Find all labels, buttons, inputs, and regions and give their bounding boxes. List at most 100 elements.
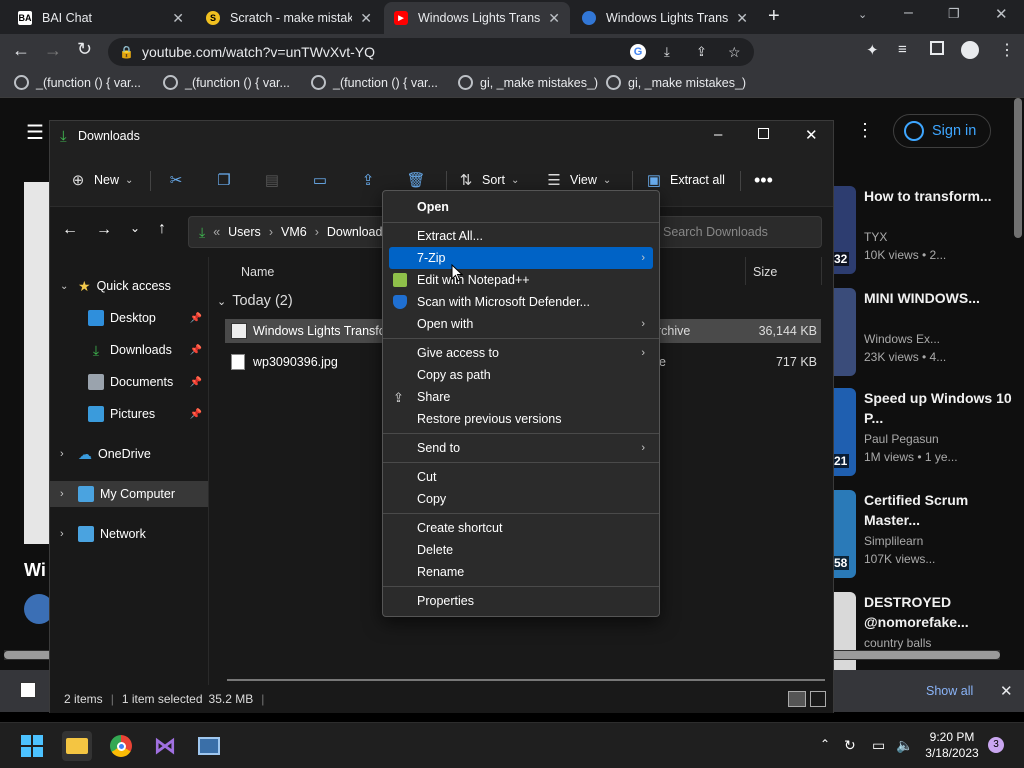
menu-item-share[interactable]: ⇪ Share [389, 386, 653, 408]
menu-item-open[interactable]: Open [389, 196, 653, 218]
breadcrumb[interactable]: ⤓ « Users › VM6 › Downloads [188, 216, 400, 248]
minimize-icon[interactable]: – [714, 126, 722, 143]
search-input[interactable]: Search Downloads [654, 216, 822, 248]
menu-item-open-with[interactable]: Open with › [389, 313, 653, 335]
show-all-button[interactable]: Show all [926, 684, 973, 698]
back-arrow-icon[interactable]: ← [12, 40, 30, 61]
hamburger-menu-icon[interactable]: ☰ [26, 120, 44, 145]
pin-icon[interactable]: 📌 [190, 345, 202, 356]
notification-badge[interactable]: 3 [988, 737, 1004, 753]
cut-button[interactable]: ✂ [166, 167, 186, 193]
video-player[interactable] [24, 182, 50, 544]
sidebar-item-desktop[interactable]: Desktop 📌 [50, 305, 208, 331]
maximize-icon[interactable] [758, 128, 769, 139]
bookmark-star-icon[interactable]: ☆ [728, 38, 741, 66]
recommendation-item[interactable]: MINI WINDOWS... Windows Ex... 23K views … [832, 288, 1022, 376]
sidebar-item-my-computer[interactable]: › My Computer [50, 481, 208, 507]
recommendation-item[interactable]: 32 How to transform... TYX 10K views • 2… [832, 186, 1022, 274]
browser-tab[interactable]: Windows Lights Transfo ✕ [572, 2, 758, 34]
chrome-taskbar-button[interactable] [106, 731, 136, 761]
volume-icon[interactable]: 🔈 [896, 737, 913, 754]
copy-button[interactable]: ❐ [214, 167, 234, 193]
menu-item-send-to[interactable]: Send to › [389, 437, 653, 459]
sidebar-item-quick-access[interactable]: ⌄ ★ Quick access [50, 273, 208, 299]
rename-button[interactable]: ▭ [310, 167, 330, 193]
recommendation-item[interactable]: 58 Certified Scrum Master... Simplilearn… [832, 490, 1022, 578]
tab-search-chevron-icon[interactable]: ⌄ [858, 8, 867, 21]
horizontal-scrollbar[interactable] [227, 679, 825, 681]
breadcrumb-vm6[interactable]: VM6 [281, 225, 307, 239]
tiles-view-icon[interactable] [810, 691, 826, 707]
display-icon[interactable]: ▭ [872, 737, 885, 754]
close-icon[interactable]: ✕ [548, 10, 560, 27]
recommendation-item[interactable]: 21 Speed up Windows 10 P... Paul Pegasun… [832, 388, 1022, 476]
bookmark-item[interactable]: gi, _make mistakes_) [458, 75, 598, 90]
breadcrumb-users[interactable]: Users [228, 225, 261, 239]
file-explorer-taskbar-button[interactable] [62, 731, 92, 761]
share-icon[interactable]: ⇪ [696, 38, 707, 66]
install-icon[interactable]: ⤓ [664, 38, 670, 66]
menu-item-delete[interactable]: Delete [389, 539, 653, 561]
menu-item-cut[interactable]: Cut [389, 466, 653, 488]
bookmark-item[interactable]: gi, _make mistakes_) [606, 75, 746, 90]
chevron-up-icon[interactable]: ⌃ [820, 737, 830, 751]
column-header-size[interactable]: Size [753, 265, 777, 279]
archive-file-icon[interactable] [20, 682, 36, 698]
browser-tab[interactable]: BA BAI Chat ✕ [8, 2, 194, 34]
close-window-icon[interactable]: ✕ [805, 126, 818, 144]
menu-item-create-shortcut[interactable]: Create shortcut [389, 517, 653, 539]
recent-locations-chevron-icon[interactable]: ⌄ [130, 221, 140, 235]
menu-item-restore-versions[interactable]: Restore previous versions [389, 408, 653, 430]
forward-arrow-icon[interactable]: → [44, 40, 62, 61]
menu-item-edit-notepad[interactable]: Edit with Notepad++ [389, 269, 653, 291]
close-icon[interactable]: ✕ [736, 10, 748, 27]
details-view-icon[interactable] [788, 691, 806, 707]
forward-arrow-icon[interactable]: → [96, 221, 112, 239]
column-header-name[interactable]: Name [241, 265, 274, 279]
breadcrumb-overflow[interactable]: « [213, 225, 220, 239]
media-queue-icon[interactable]: ≡ [898, 41, 907, 58]
menu-item-properties[interactable]: Properties [389, 590, 653, 612]
menu-item-give-access[interactable]: Give access to › [389, 342, 653, 364]
new-button[interactable]: ⊕ New ⌄ [68, 167, 134, 193]
reload-icon[interactable]: ↻ [77, 39, 92, 60]
side-panel-icon[interactable] [930, 41, 944, 55]
pin-icon[interactable]: 📌 [190, 409, 202, 420]
bookmark-item[interactable]: _(function () { var... [163, 75, 290, 90]
close-icon[interactable]: ✕ [360, 10, 372, 27]
share-button[interactable]: ⇪ [358, 167, 378, 193]
more-options-icon[interactable]: ••• [754, 167, 773, 193]
sync-icon[interactable]: ↻ [844, 737, 856, 754]
sidebar-item-onedrive[interactable]: › ☁ OneDrive [50, 441, 208, 467]
recommendation-item[interactable]: DESTROYED @nomorefake... country balls [832, 592, 1022, 680]
pin-icon[interactable]: 📌 [190, 377, 202, 388]
close-icon[interactable]: ✕ [172, 10, 184, 27]
chrome-menu-icon[interactable]: ⋮ [999, 40, 1015, 60]
more-options-icon[interactable]: ⋮ [856, 120, 874, 141]
up-arrow-icon[interactable]: ↑ [158, 220, 166, 238]
close-icon[interactable]: ✕ [1000, 682, 1013, 700]
menu-item-extract-all[interactable]: Extract All... [389, 225, 653, 247]
start-button[interactable] [17, 731, 47, 761]
google-lens-icon[interactable]: G [630, 44, 646, 60]
breadcrumb-downloads[interactable]: Downloads [327, 225, 389, 239]
pin-icon[interactable]: 📌 [190, 313, 202, 324]
visual-studio-taskbar-button[interactable]: ⋈ [150, 731, 180, 761]
group-header[interactable]: ⌄ Today (2) [217, 293, 293, 309]
browser-tab[interactable]: S Scratch - make mistake ✕ [196, 2, 382, 34]
app-taskbar-button[interactable] [194, 731, 224, 761]
back-arrow-icon[interactable]: ← [62, 221, 78, 239]
page-scrollbar[interactable] [1014, 98, 1022, 238]
new-tab-icon[interactable]: + [768, 5, 780, 28]
sidebar-item-pictures[interactable]: Pictures 📌 [50, 401, 208, 427]
address-bar[interactable]: 🔒 youtube.com/watch?v=unTWvXvt-YQ ☆ ⇪ ⤓ … [108, 38, 754, 66]
clock[interactable]: 9:20 PM 3/18/2023 [920, 729, 984, 761]
sidebar-item-network[interactable]: › Network [50, 521, 208, 547]
minimize-icon[interactable]: – [904, 4, 913, 22]
extensions-puzzle-icon[interactable]: ✦ [866, 41, 879, 59]
menu-item-scan-defender[interactable]: Scan with Microsoft Defender... [389, 291, 653, 313]
profile-avatar-icon[interactable] [961, 41, 979, 59]
restore-icon[interactable]: ❐ [948, 6, 960, 22]
sidebar-item-downloads[interactable]: ⤓ Downloads 📌 [50, 337, 208, 363]
menu-item-rename[interactable]: Rename [389, 561, 653, 583]
